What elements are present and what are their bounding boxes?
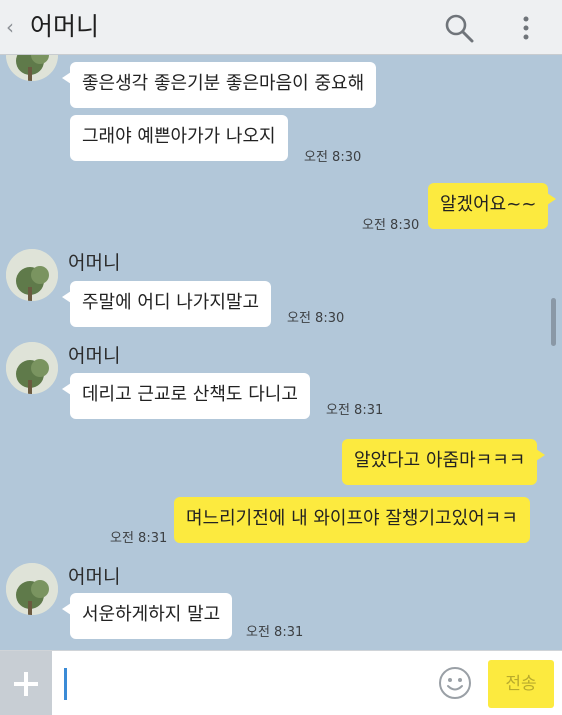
message-bubble[interactable]: 알겠어요~~: [428, 183, 557, 229]
search-icon[interactable]: [444, 13, 474, 43]
message-bubble[interactable]: 데리고 근교로 산책도 다니고: [62, 373, 310, 419]
message-time: 오전 8:31: [110, 531, 168, 546]
message-list[interactable]: 좋은생각 좋은기분 좋은마음이 중요해 그래야 예쁜아가가 나오지 오전 8:3…: [0, 55, 562, 650]
message-bubble[interactable]: 며느리기전에 내 와이프야 잘챙기고있어ㅋㅋ: [174, 497, 530, 543]
message-time: 오전 8:30: [287, 311, 345, 326]
input-bar: 전송: [0, 650, 562, 715]
sender-name: 어머니: [68, 566, 121, 588]
more-vertical-icon[interactable]: [516, 13, 536, 43]
chevron-left-icon[interactable]: ‹: [6, 16, 20, 38]
sender-name: 어머니: [68, 252, 121, 274]
avatar[interactable]: [6, 55, 58, 81]
text-caret: [64, 668, 67, 700]
message-time: 오전 8:31: [326, 403, 384, 418]
scrollbar[interactable]: [551, 298, 556, 346]
message-bubble[interactable]: 알았다고 아줌마ㅋㅋㅋ: [342, 439, 546, 485]
avatar[interactable]: [6, 342, 58, 394]
message-bubble[interactable]: 서운하게하지 말고: [61, 593, 233, 639]
avatar[interactable]: [6, 563, 58, 615]
message-input[interactable]: [56, 651, 426, 715]
message-bubble[interactable]: 그래야 예쁜아가가 나오지: [70, 115, 288, 161]
smiley-icon[interactable]: [438, 666, 472, 700]
message-time: 오전 8:30: [362, 218, 420, 233]
chat-header: ‹ 어머니: [0, 0, 562, 55]
avatar[interactable]: [6, 249, 58, 301]
message-time: 오전 8:30: [304, 150, 362, 165]
send-button[interactable]: 전송: [488, 660, 554, 708]
message-bubble[interactable]: 좋은생각 좋은기분 좋은마음이 중요해: [61, 62, 377, 108]
message-time: 오전 8:31: [246, 625, 304, 640]
message-bubble[interactable]: 주말에 어디 나가지말고: [61, 281, 272, 327]
chat-title: 어머니: [30, 12, 100, 41]
sender-name: 어머니: [68, 345, 121, 367]
plus-icon[interactable]: [0, 651, 52, 715]
